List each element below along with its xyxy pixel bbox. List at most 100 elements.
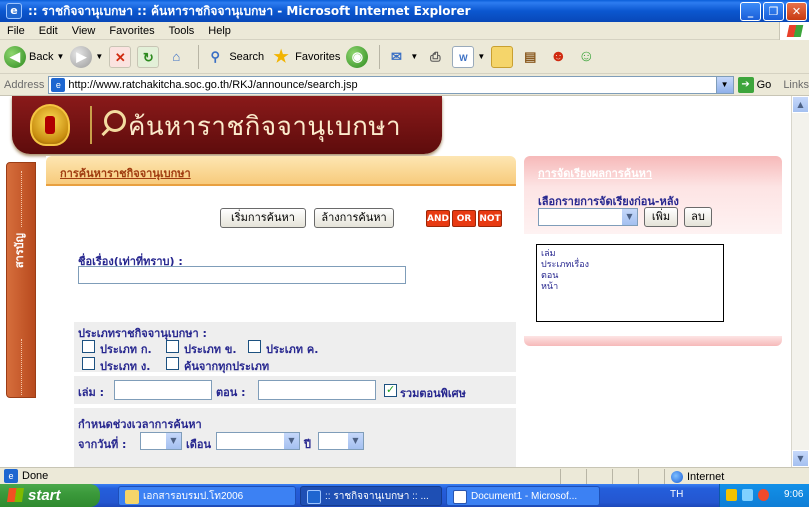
add-sort-button[interactable]: เพิ่ม bbox=[644, 207, 678, 227]
ie-window: e :: ราชกิจจานุเบกษา :: ค้นหาราชกิจจานุเ… bbox=[0, 0, 809, 507]
edit-button[interactable]: W ▼ bbox=[452, 43, 485, 71]
scroll-up-icon[interactable]: ▲ bbox=[792, 96, 809, 113]
vertical-scrollbar[interactable]: ▲ ▼ bbox=[791, 96, 809, 467]
ie-icon[interactable]: e bbox=[6, 3, 22, 19]
type-section: ประเภทราชกิจจานุเบกษา : ประเภท ก. ประเภท… bbox=[74, 322, 516, 373]
sort-field-select[interactable]: ▼ bbox=[538, 208, 638, 226]
network-icon[interactable] bbox=[742, 489, 753, 501]
messenger-icon: ☻ bbox=[549, 47, 567, 65]
chevron-down-icon[interactable]: ▼ bbox=[283, 433, 299, 449]
page-status-icon: e bbox=[4, 469, 18, 483]
page-icon: e bbox=[51, 77, 66, 92]
subject-input[interactable] bbox=[78, 266, 406, 284]
status-divider bbox=[560, 469, 561, 484]
menu-file[interactable]: File bbox=[0, 25, 32, 37]
sort-list-item[interactable]: เล่ม bbox=[541, 249, 719, 260]
media-button[interactable]: ◉ bbox=[346, 43, 369, 71]
taskbar-item-word[interactable]: Document1 - Microsof... bbox=[446, 486, 600, 506]
chevron-down-icon[interactable]: ▼ bbox=[715, 76, 733, 93]
stop-button[interactable]: ✕ bbox=[109, 43, 132, 71]
forward-arrow-icon: ▶ bbox=[70, 45, 93, 68]
links-label[interactable]: Links bbox=[783, 79, 809, 91]
zone-label: Internet bbox=[687, 470, 725, 483]
chevron-down-icon[interactable]: ▼ bbox=[95, 52, 103, 61]
research-button[interactable]: ▤ bbox=[519, 43, 541, 71]
chevron-down-icon[interactable]: ▼ bbox=[477, 52, 485, 61]
tray-app-icon[interactable] bbox=[758, 489, 769, 501]
start-button[interactable]: start bbox=[0, 484, 100, 507]
from-month-select[interactable]: ▼ bbox=[216, 432, 300, 450]
dotted-line bbox=[21, 171, 22, 227]
mail-button[interactable]: ✉ ▼ bbox=[385, 43, 418, 71]
chevron-down-icon[interactable]: ▼ bbox=[621, 209, 637, 225]
go-arrow-icon: ➔ bbox=[737, 76, 754, 93]
volume-label: เล่ม : bbox=[78, 386, 104, 399]
menu-tools[interactable]: Tools bbox=[162, 25, 202, 37]
chevron-down-icon[interactable]: ▼ bbox=[56, 52, 64, 61]
sort-list-item[interactable]: หน้า bbox=[541, 282, 719, 293]
favorites-button[interactable]: ★ Favorites bbox=[270, 43, 341, 71]
chevron-down-icon[interactable]: ▼ bbox=[165, 433, 181, 449]
close-button[interactable]: ✕ bbox=[786, 2, 807, 21]
print-button[interactable]: ⎙ bbox=[424, 43, 446, 71]
clear-search-button[interactable]: ล้างการค้นหา bbox=[314, 208, 394, 228]
from-year-select[interactable]: ▼ bbox=[318, 432, 364, 450]
special-issue-checkbox[interactable] bbox=[384, 383, 397, 397]
type-a-checkbox[interactable] bbox=[82, 340, 95, 353]
language-indicator[interactable]: TH bbox=[670, 489, 683, 500]
volume-input[interactable] bbox=[114, 380, 212, 400]
type-all-label: ค้นจากทุกประเภท bbox=[184, 360, 270, 373]
type-c-checkbox[interactable] bbox=[248, 340, 261, 353]
search-panel: การค้นหาราชกิจจานุเบกษา เริ่มการค้นหา ล้… bbox=[46, 156, 516, 467]
menu-view[interactable]: View bbox=[65, 25, 103, 37]
search-button[interactable]: ⚲ Search bbox=[204, 43, 265, 71]
address-input[interactable]: e http://www.ratchakitcha.soc.go.th/RKJ/… bbox=[48, 75, 734, 94]
maximize-button[interactable]: ❐ bbox=[763, 2, 784, 21]
back-button[interactable]: ◀ Back ▼ bbox=[4, 43, 64, 71]
search-label: Search bbox=[229, 50, 265, 63]
issue-input[interactable] bbox=[258, 380, 376, 400]
and-button[interactable]: AND bbox=[426, 210, 450, 227]
menu-favorites[interactable]: Favorites bbox=[102, 25, 161, 37]
chevron-down-icon[interactable]: ▼ bbox=[410, 52, 418, 61]
date-section: กำหนดช่วงเวลาการค้นหา จากวันที่ : ▼ เดือ… bbox=[74, 408, 516, 467]
mail-icon: ✉ bbox=[390, 48, 402, 64]
delete-sort-button[interactable]: ลบ bbox=[684, 207, 712, 227]
type-b-checkbox[interactable] bbox=[166, 340, 179, 353]
title-bar[interactable]: e :: ราชกิจจานุเบกษา :: ค้นหาราชกิจจานุเ… bbox=[0, 0, 809, 22]
or-button[interactable]: OR bbox=[452, 210, 476, 227]
clock[interactable]: 9:06 bbox=[784, 489, 803, 500]
people-icon: ☺ bbox=[578, 47, 595, 65]
chevron-down-icon[interactable]: ▼ bbox=[347, 433, 363, 449]
type-a-label: ประเภท ก. bbox=[100, 343, 152, 356]
taskbar-item-ie[interactable]: :: ราชกิจจานุเบกษา :: ... bbox=[300, 486, 442, 506]
folder-button[interactable] bbox=[491, 43, 514, 71]
forward-button[interactable]: ▶ ▼ bbox=[70, 43, 103, 71]
folder-icon bbox=[491, 45, 514, 68]
sort-order-list[interactable]: เล่ม ประเภทเรื่อง ตอน หน้า bbox=[536, 244, 724, 322]
messenger-button[interactable]: ☻ bbox=[547, 43, 569, 71]
from-day-select[interactable]: ▼ bbox=[140, 432, 182, 450]
start-search-button[interactable]: เริ่มการค้นหา bbox=[220, 208, 306, 228]
contents-side-tab[interactable]: สารบัญ bbox=[6, 162, 36, 398]
scroll-down-icon[interactable]: ▼ bbox=[792, 450, 809, 467]
not-button[interactable]: NOT bbox=[478, 210, 502, 227]
home-button[interactable]: ⌂ bbox=[165, 43, 187, 71]
status-bar: e Done Internet bbox=[0, 467, 809, 484]
type-d-checkbox[interactable] bbox=[82, 357, 95, 370]
toolbar: ◀ Back ▼ ▶ ▼ ✕ ↻ ⌂ ⚲ Search ★ Favorites … bbox=[0, 40, 809, 74]
refresh-button[interactable]: ↻ bbox=[137, 43, 160, 71]
taskbar-item-folder[interactable]: เอกสารอบรมป.โท2006 bbox=[118, 486, 296, 506]
shield-icon[interactable] bbox=[726, 489, 737, 501]
sort-list-item[interactable]: ประเภทเรื่อง bbox=[541, 260, 719, 271]
type-all-checkbox[interactable] bbox=[166, 357, 179, 370]
minimize-button[interactable]: _ bbox=[740, 2, 761, 21]
people-button[interactable]: ☺ bbox=[575, 43, 597, 71]
sort-list-item[interactable]: ตอน bbox=[541, 271, 719, 282]
menu-help[interactable]: Help bbox=[201, 25, 238, 37]
sort-panel-header: การจัดเรียงผลการค้นหา เลือกรายการจัดเรีย… bbox=[524, 156, 782, 234]
menu-edit[interactable]: Edit bbox=[32, 25, 65, 37]
favorites-label: Favorites bbox=[295, 50, 341, 63]
go-button[interactable]: ➔ Go bbox=[737, 76, 771, 93]
search-icon: ⚲ bbox=[210, 48, 221, 64]
